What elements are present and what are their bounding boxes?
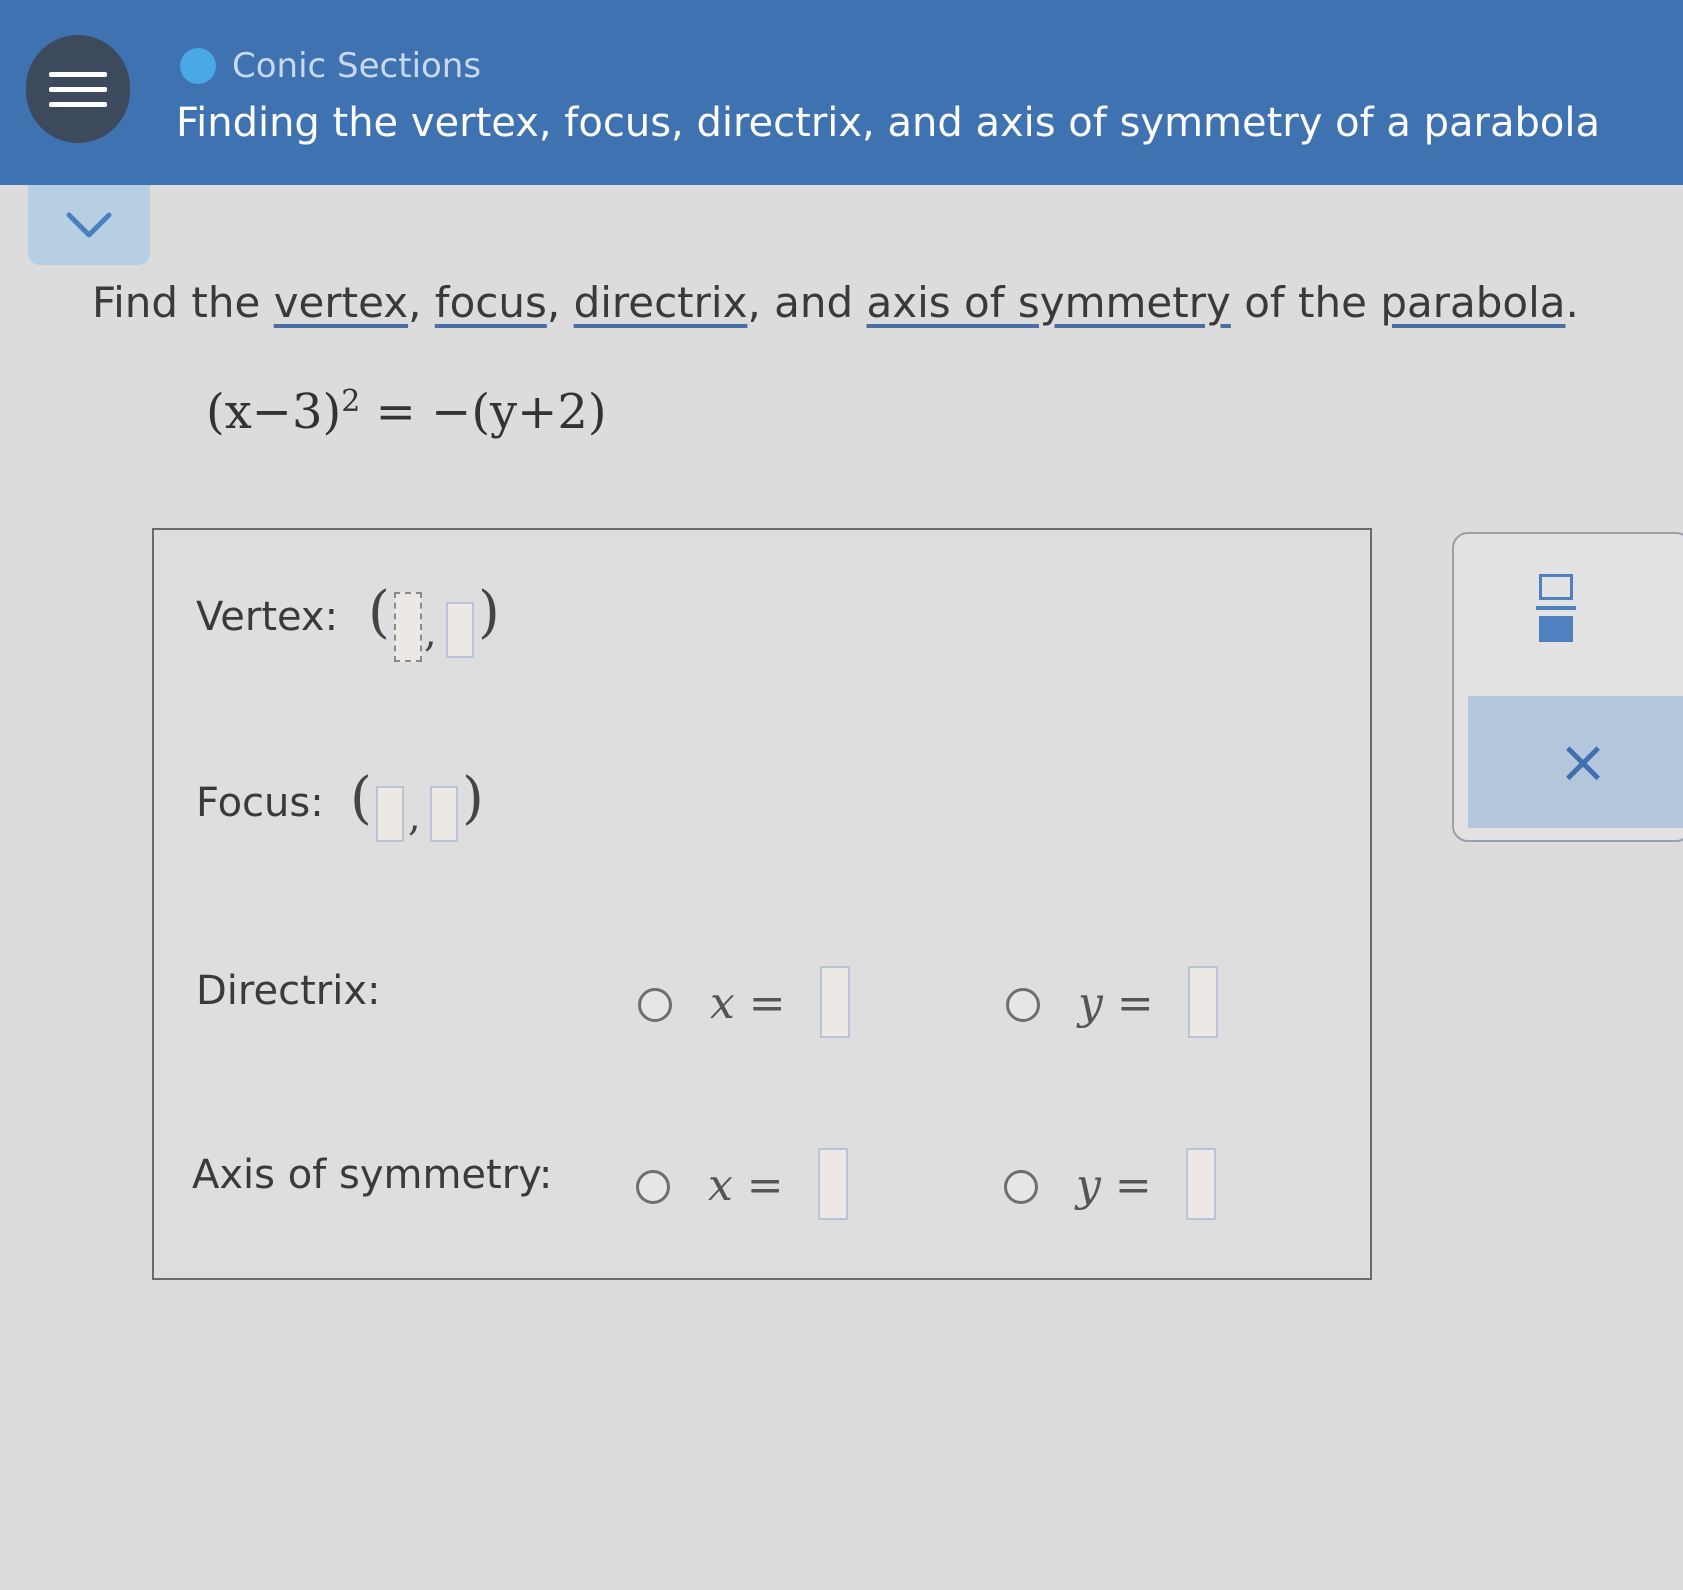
directrix-x-equals: x = bbox=[710, 978, 786, 1029]
menu-button[interactable] bbox=[26, 35, 130, 143]
math-toolbar: × bbox=[1452, 532, 1683, 842]
focus-x-input[interactable] bbox=[376, 786, 404, 842]
axis-y-equals: y = bbox=[1076, 1160, 1152, 1211]
directrix-y-radio[interactable] bbox=[1006, 988, 1040, 1022]
topic-row: Conic Sections bbox=[180, 46, 481, 86]
axis-y-input[interactable] bbox=[1186, 1148, 1216, 1220]
parabola-equation: (x−3)2 = −(y+2) bbox=[206, 384, 607, 440]
focus-comma: , bbox=[408, 794, 421, 840]
glossary-link-vertex[interactable]: vertex bbox=[274, 278, 408, 327]
page-title: Finding the vertex, focus, directrix, an… bbox=[176, 100, 1600, 146]
directrix-x-input[interactable] bbox=[820, 966, 850, 1038]
vertex-comma: , bbox=[424, 610, 437, 656]
close-icon: × bbox=[1557, 727, 1609, 797]
axis-of-symmetry-label: Axis of symmetry: bbox=[192, 1152, 553, 1198]
equation-left: (x−3) bbox=[206, 384, 342, 440]
vertex-label: Vertex: bbox=[196, 594, 339, 640]
answer-panel: Vertex: ( , ) Focus: ( , ) Directrix: x … bbox=[152, 528, 1372, 1280]
question-mid: of the bbox=[1230, 278, 1381, 327]
directrix-y-input[interactable] bbox=[1188, 966, 1218, 1038]
glossary-link-directrix[interactable]: directrix bbox=[574, 278, 748, 327]
question-sep: , bbox=[546, 278, 574, 327]
hamburger-icon bbox=[49, 62, 107, 117]
question-sep: , and bbox=[747, 278, 867, 327]
question-sep: , bbox=[408, 278, 435, 327]
directrix-x-radio[interactable] bbox=[638, 988, 672, 1022]
question-suffix: . bbox=[1565, 278, 1579, 327]
focus-close-paren: ) bbox=[462, 766, 484, 831]
vertex-y-input[interactable] bbox=[446, 602, 474, 658]
directrix-label: Directrix: bbox=[196, 968, 381, 1014]
vertex-open-paren: ( bbox=[368, 580, 390, 645]
axis-x-equals: x = bbox=[708, 1160, 784, 1211]
directrix-y-equals: y = bbox=[1078, 978, 1154, 1029]
collapse-toggle-button[interactable] bbox=[28, 185, 150, 265]
topic-status-icon bbox=[180, 48, 216, 84]
axis-x-input[interactable] bbox=[818, 1148, 848, 1220]
question-text: Find the vertex, focus, directrix, and a… bbox=[92, 278, 1579, 327]
equation-exponent: 2 bbox=[341, 384, 361, 419]
glossary-link-axis-of-symmetry[interactable]: axis of symmetry bbox=[867, 278, 1231, 327]
topic-label: Conic Sections bbox=[232, 46, 482, 86]
focus-label: Focus: bbox=[196, 780, 324, 826]
fraction-button[interactable] bbox=[1536, 574, 1576, 658]
equation-right: = −(y+2) bbox=[360, 384, 607, 440]
axis-y-radio[interactable] bbox=[1004, 1170, 1038, 1204]
header-bar: Conic Sections Finding the vertex, focus… bbox=[0, 0, 1683, 185]
question-prefix: Find the bbox=[92, 278, 274, 327]
glossary-link-focus[interactable]: focus bbox=[435, 278, 547, 327]
glossary-link-parabola[interactable]: parabola bbox=[1380, 278, 1565, 327]
focus-y-input[interactable] bbox=[430, 786, 458, 842]
clear-button[interactable]: × bbox=[1468, 696, 1683, 828]
axis-x-radio[interactable] bbox=[636, 1170, 670, 1204]
vertex-x-input[interactable] bbox=[394, 592, 422, 662]
fraction-icon bbox=[1536, 574, 1576, 642]
vertex-close-paren: ) bbox=[478, 580, 500, 645]
focus-open-paren: ( bbox=[350, 766, 372, 831]
chevron-down-icon bbox=[66, 212, 112, 238]
